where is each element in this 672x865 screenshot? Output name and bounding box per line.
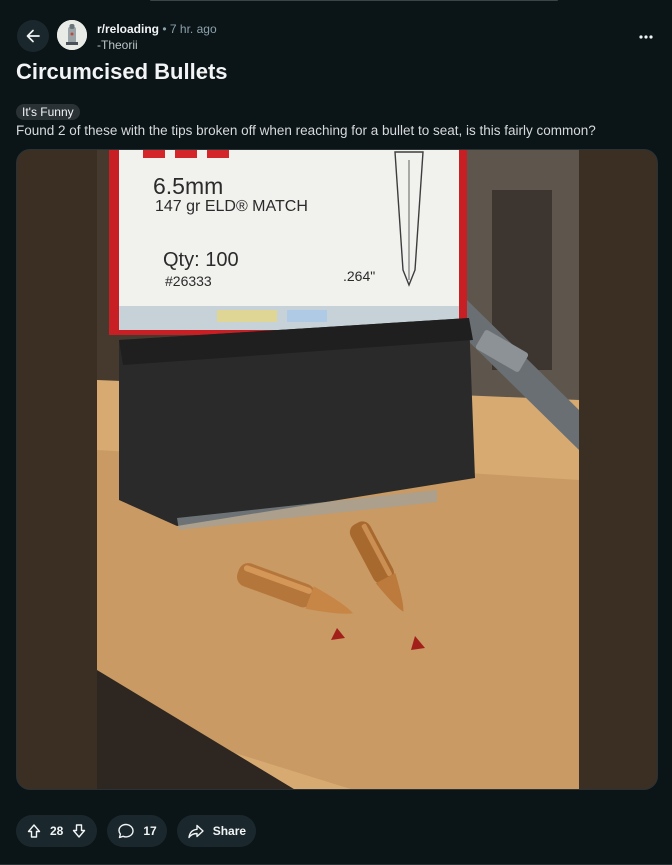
vote-control: 28 [16, 815, 98, 847]
post-flair[interactable]: It's Funny [16, 104, 80, 120]
subreddit-avatar[interactable] [57, 20, 87, 50]
share-label: Share [212, 824, 247, 838]
box-qty-text: Qty: 100 [163, 249, 239, 271]
top-divider [150, 0, 558, 1]
back-button[interactable] [17, 20, 49, 52]
more-dots-icon [639, 35, 653, 39]
share-arrow-icon [187, 822, 205, 840]
box-diameter-text: .264" [343, 268, 375, 284]
box-part-text: #26333 [165, 273, 212, 289]
box-bullet-text: 147 gr ELD® MATCH [155, 198, 308, 215]
post-time: 7 hr. ago [169, 22, 217, 36]
comment-count: 17 [143, 824, 157, 838]
post-body: Found 2 of these with the tips broken of… [16, 123, 596, 138]
post-meta: r/reloading • 7 hr. ago [97, 22, 217, 36]
meta-separator: • [162, 22, 167, 36]
post-title: Circumcised Bullets [16, 59, 228, 84]
more-options-button[interactable] [636, 27, 656, 47]
arrow-left-icon [24, 27, 42, 45]
comments-button[interactable]: 17 [107, 815, 167, 847]
comment-bubble-icon [117, 822, 135, 840]
box-caliber-text: 6.5mm [153, 173, 223, 199]
downvote-icon[interactable] [71, 823, 87, 839]
vote-count: 28 [50, 824, 64, 838]
post-image[interactable]: 6.5mm 147 gr ELD® MATCH Qty: 100 #26333 … [16, 149, 658, 790]
post-actions: 28 17 Share [16, 815, 257, 847]
subreddit-name[interactable]: r/reloading [97, 22, 159, 36]
share-button[interactable]: Share [176, 815, 257, 847]
post-author[interactable]: -Theorii [97, 38, 138, 52]
bullet-box-photo: 6.5mm 147 gr ELD® MATCH Qty: 100 #26333 … [97, 150, 579, 789]
upvote-icon[interactable] [26, 823, 42, 839]
